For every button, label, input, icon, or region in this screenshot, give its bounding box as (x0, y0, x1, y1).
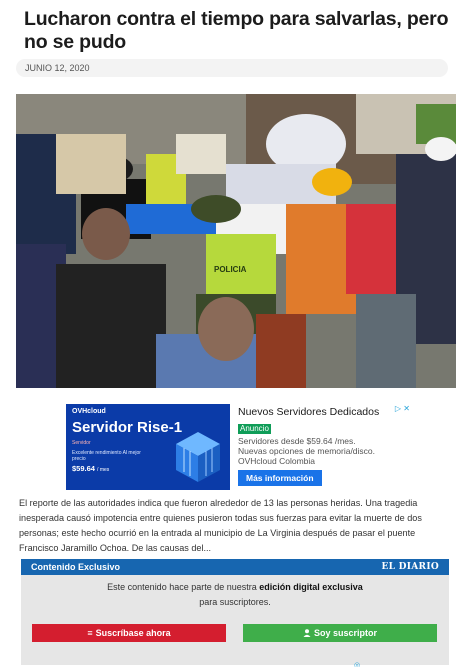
ad-text-block[interactable]: Nuevos Servidores Dedicados Anuncio Serv… (238, 406, 406, 486)
exclusive-header: Contenido Exclusivo EL DIARIO (21, 559, 449, 575)
server-cube-icon (170, 426, 226, 490)
ad-banner-title: Servidor Rise-1 (72, 419, 183, 436)
ad-banner-tag: Servidor (72, 440, 91, 446)
subscriber-login-button[interactable]: Soy suscriptor (243, 624, 437, 642)
subscribe-button-label: Suscríbase ahora (95, 628, 171, 638)
ad-line-2: Nuevas opciones de memoria/disco. (238, 446, 376, 456)
article-photo: POLICIA (16, 94, 456, 388)
subscribe-button[interactable]: ≡ Suscríbase ahora (32, 624, 226, 642)
vest-text: POLICIA (214, 265, 247, 274)
adchoices-icon[interactable]: ▷ ✕ (395, 404, 410, 413)
exclusive-message: Este contenido hace parte de nuestra edi… (107, 582, 363, 607)
ad-line-3: OVHcloud Colombia (238, 456, 316, 466)
ad-banner-price: $59.64 / mes (72, 464, 110, 473)
subscriber-button-label: Soy suscriptor (313, 628, 378, 638)
exclusive-content-box: Contenido Exclusivo EL DIARIO Este conte… (21, 559, 449, 665)
advertisement[interactable]: OVHcloud Servidor Rise-1 Servidor Excele… (66, 404, 410, 490)
el-diario-logo: EL DIARIO (381, 562, 439, 572)
ad-banner-subtitle: Excelente rendimiento Al mejor precio (72, 450, 141, 462)
user-icon (303, 629, 311, 637)
ad-more-info-button[interactable]: Más información (238, 470, 322, 486)
ad-banner-image[interactable]: OVHcloud Servidor Rise-1 Servidor Excele… (66, 404, 230, 490)
ad-title[interactable]: Nuevos Servidores Dedicados (238, 406, 406, 418)
ad-badge: Anuncio (238, 424, 271, 434)
list-icon: ≡ (87, 628, 93, 638)
article-date: JUNIO 12, 2020 (16, 59, 448, 77)
ovhcloud-logo: OVHcloud (72, 408, 106, 415)
ad-info-icon[interactable]: ◎ (354, 661, 360, 667)
ad-line-1: Servidores desde $59.64 /mes. (238, 436, 356, 446)
article-title: Lucharon contra el tiempo para salvarlas… (24, 8, 449, 53)
article-body: El reporte de las autoridades indica que… (19, 498, 422, 553)
exclusive-label: Contenido Exclusivo (31, 562, 121, 572)
